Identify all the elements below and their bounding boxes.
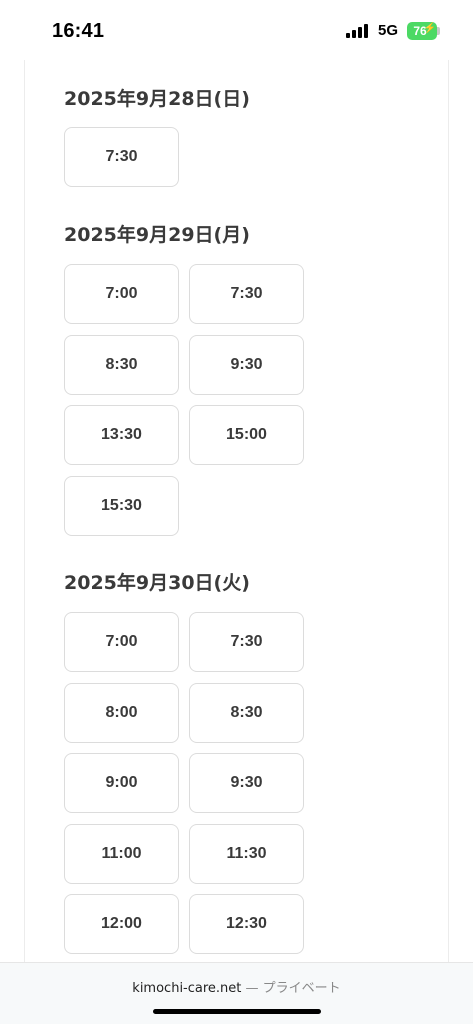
date-heading-0930: 2025年9月30日(火) (64, 572, 250, 594)
status-time: 16:41 (52, 20, 105, 42)
url-separator: — (245, 981, 259, 996)
date-heading-0928: 2025年9月28日(日) (64, 88, 250, 110)
battery-tip (437, 27, 440, 35)
status-bar: 16:41 5G 76 ⚡ (0, 0, 473, 60)
home-indicator[interactable] (153, 1009, 321, 1014)
time-slot-button[interactable]: 9:30 (189, 335, 304, 395)
network-type: 5G (378, 22, 399, 39)
time-slot-button[interactable]: 7:00 (64, 264, 179, 324)
time-slot-button[interactable]: 12:00 (64, 894, 179, 954)
time-slot-button[interactable]: 12:30 (189, 894, 304, 954)
time-slot-button[interactable]: 8:00 (64, 683, 179, 743)
time-slot-button[interactable]: 9:30 (189, 753, 304, 813)
url-display[interactable]: kimochi-care.net — プライベート (0, 977, 473, 996)
private-mode-label: プライベート (262, 981, 341, 996)
time-slot-button[interactable]: 9:00 (64, 753, 179, 813)
battery-icon: 76 ⚡ (407, 22, 437, 40)
time-slot-button[interactable]: 11:00 (64, 824, 179, 884)
date-heading-0929: 2025年9月29日(月) (64, 224, 250, 246)
time-slot-button[interactable]: 13:30 (64, 405, 179, 465)
time-slot-button[interactable]: 8:30 (64, 335, 179, 395)
time-slot-button[interactable]: 8:30 (189, 683, 304, 743)
browser-url-bar[interactable]: kimochi-care.net — プライベート (0, 962, 473, 1024)
time-slot-button[interactable]: 11:30 (189, 824, 304, 884)
charging-bolt-icon: ⚡ (423, 23, 436, 34)
signal-strength-icon (346, 24, 370, 38)
time-slot-button[interactable]: 15:30 (64, 476, 179, 536)
time-slot-button[interactable]: 7:30 (189, 612, 304, 672)
time-slot-button[interactable]: 15:00 (189, 405, 304, 465)
time-slot-button[interactable]: 7:30 (189, 264, 304, 324)
url-domain: kimochi-care.net (132, 981, 242, 996)
time-slot-button[interactable]: 7:30 (64, 127, 179, 187)
time-slot-button[interactable]: 7:00 (64, 612, 179, 672)
